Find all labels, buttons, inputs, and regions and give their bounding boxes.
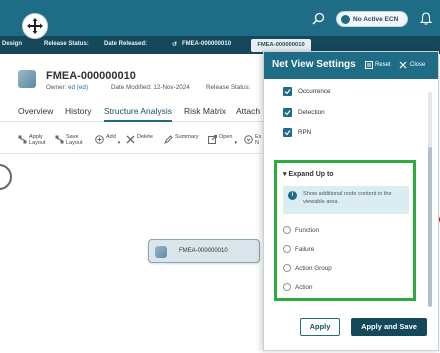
app-top-bar: No Active ECN — [0, 0, 440, 36]
fmea-node-label: FMEA-000000010 — [179, 248, 228, 254]
search-icon[interactable] — [312, 12, 325, 25]
checkbox-rpn[interactable]: RPN — [283, 128, 311, 137]
apply-button[interactable]: Apply — [300, 318, 340, 336]
bell-icon[interactable] — [420, 12, 432, 25]
fmea-object-icon — [18, 70, 36, 88]
net-view-settings-panel: Net View Settings Reset Close Occurrence… — [263, 51, 439, 351]
radio-unselected-icon — [283, 245, 291, 253]
radio-action-group[interactable]: Action Group — [283, 264, 332, 272]
tab-risk-matrix[interactable]: Risk Matrix — [184, 106, 226, 116]
delete-label: Delete — [137, 134, 153, 140]
checkbox-checked-icon — [283, 108, 292, 117]
checkbox-rpn-label: RPN — [298, 129, 312, 136]
radio-function[interactable]: Function — [283, 226, 319, 234]
checkbox-detection[interactable]: Detection — [283, 108, 325, 117]
chevron-down-icon: ▾ — [234, 140, 237, 146]
panel-scrollbar[interactable] — [428, 92, 432, 307]
radio-failure-label: Failure — [295, 245, 315, 253]
expand-up-to-header[interactable]: ▾ Expand Up to — [283, 170, 334, 178]
checkbox-checked-icon — [283, 87, 292, 96]
reset-icon — [365, 61, 373, 69]
pencil-icon — [164, 135, 173, 144]
scrollbar-thumb[interactable] — [428, 147, 432, 307]
close-icon — [399, 61, 407, 69]
owner-value[interactable]: ed (ed) — [68, 84, 88, 91]
date-modified: Date Modified: 12-Nov-2024 — [111, 84, 190, 91]
info-icon: i — [288, 191, 297, 200]
close-button[interactable]: Close — [399, 61, 425, 69]
summary-label: Summary — [175, 134, 199, 140]
save-layout-label-2: Layout — [66, 140, 83, 146]
close-label: Close — [410, 62, 426, 68]
tab-attachments[interactable]: Attach — [236, 106, 260, 116]
object-title: FMEA-000000010 — [46, 70, 136, 82]
release-status-label: Release Status: — [44, 41, 89, 47]
date-released-label: Date Released: — [104, 41, 148, 47]
radio-failure[interactable]: Failure — [283, 245, 314, 253]
fmea-node[interactable]: FMEA-000000010 — [148, 239, 260, 263]
checkbox-occurrence[interactable]: Occurrence — [283, 87, 331, 96]
apply-layout-icon — [18, 135, 27, 144]
delete-button[interactable]: Delete — [126, 134, 153, 144]
add-icon — [95, 135, 104, 144]
chevron-down-icon: ▾ — [117, 140, 121, 146]
reset-label: Reset — [375, 62, 391, 68]
radio-action-group-label: Action Group — [295, 264, 332, 272]
delete-icon — [126, 135, 135, 144]
info-text: Show additional node content in the view… — [303, 191, 392, 205]
expand-up-to-section: ▾ Expand Up to i Show additional node co… — [274, 160, 416, 301]
more-label-2: N — [255, 140, 259, 146]
design-label: Design — [2, 41, 23, 47]
fmea-node-icon — [155, 246, 167, 258]
tab-overview[interactable]: Overview — [18, 106, 53, 116]
radio-unselected-icon — [283, 283, 291, 291]
summary-button[interactable]: Summary — [164, 134, 199, 144]
apply-and-save-button[interactable]: Apply and Save — [351, 318, 427, 336]
radio-unselected-icon — [283, 264, 291, 272]
radio-action-label: Action — [295, 283, 313, 291]
ecn-icon — [341, 14, 350, 24]
apply-layout-label-2: Layout — [29, 140, 46, 146]
add-button[interactable]: Add ▾ — [95, 134, 120, 146]
tab-history[interactable]: History — [65, 106, 91, 116]
open-label: Open — [219, 134, 233, 140]
move-cursor-icon — [22, 13, 48, 39]
open-button[interactable]: Open ▾ — [208, 134, 237, 146]
owner-label: Owner: — [46, 84, 67, 91]
structure-toolbar: Apply Layout Save Layout Add ▾ Delete Summ… — [0, 128, 265, 154]
save-layout-button[interactable]: Save Layout — [55, 134, 83, 146]
tab-structure-analysis[interactable]: Structure Analysis — [104, 106, 173, 122]
expand-icon — [244, 135, 253, 144]
open-icon — [208, 135, 217, 144]
tab-fmea-1[interactable]: FMEA-000000010 — [182, 41, 231, 47]
checkbox-occurrence-label: Occurrence — [298, 88, 331, 95]
collapse-triangle-icon: ▾ — [283, 171, 287, 178]
expand-up-to-title: Expand Up to — [288, 171, 334, 178]
radio-function-label: Function — [295, 226, 320, 234]
save-layout-icon — [55, 135, 64, 144]
expand-button[interactable]: Ex N — [244, 134, 261, 146]
radio-unselected-icon — [283, 226, 291, 234]
canvas-partial-node — [0, 164, 12, 190]
panel-title: Net View Settings — [272, 59, 356, 70]
add-label: Add — [106, 134, 116, 140]
apply-layout-button[interactable]: Apply Layout — [18, 134, 46, 146]
object-meta: Owner: ed (ed) Date Modified: 12-Nov-202… — [46, 84, 250, 91]
tab-link-icon: ↺ — [172, 42, 178, 48]
release-status: Release Status: — [206, 84, 251, 91]
active-ecn-selector[interactable]: No Active ECN — [336, 11, 408, 27]
info-box: i Show additional node content in the vi… — [283, 186, 409, 214]
checkbox-detection-label: Detection — [298, 109, 325, 116]
reset-button[interactable]: Reset — [365, 61, 391, 69]
panel-header: Net View Settings Reset Close — [264, 52, 438, 79]
checkbox-checked-icon — [283, 128, 292, 137]
ecn-label: No Active ECN — [353, 15, 399, 23]
object-tabs: Overview History Structure Analysis Risk… — [0, 100, 265, 122]
radio-action[interactable]: Action — [283, 283, 313, 291]
